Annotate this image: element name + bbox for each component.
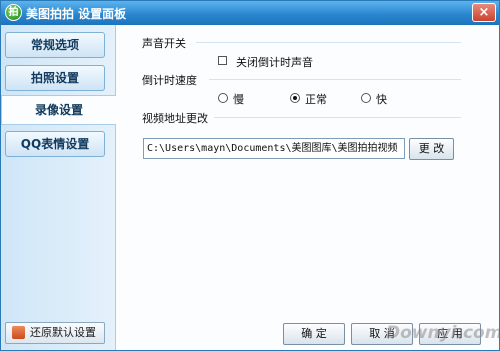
speed-fast-label: 快 [376, 93, 387, 106]
sidebar-item-qq-emoticon[interactable]: QQ表情设置 [5, 131, 105, 157]
app-logo-icon: 拍 [5, 4, 22, 21]
divider [196, 42, 461, 43]
watermark: Downyi.com [386, 323, 500, 343]
restore-defaults-label: 还原默认设置 [30, 326, 96, 339]
video-path-section-title: 视频地址更改 [142, 112, 208, 125]
settings-window: 拍 美图拍拍 设置面板 × 常规选项 拍照设置 录像设置 QQ表情设置 还原默认… [0, 0, 500, 351]
sidebar-item-video[interactable]: 录像设置 [1, 95, 116, 125]
restore-defaults-button[interactable]: 还原默认设置 [5, 322, 105, 344]
video-path-input[interactable]: C:\Users\mayn\Documents\美图图库\美图拍拍视频 [143, 138, 405, 159]
mute-countdown-checkbox[interactable] [218, 56, 227, 65]
sidebar: 常规选项 拍照设置 录像设置 QQ表情设置 还原默认设置 [1, 25, 116, 350]
divider [209, 79, 461, 80]
restore-icon [12, 326, 25, 339]
change-path-button[interactable]: 更 改 [409, 138, 454, 160]
speed-normal-radio[interactable] [290, 93, 300, 103]
countdown-section-title: 倒计时速度 [142, 74, 197, 87]
title-bar[interactable]: 拍 美图拍拍 设置面板 × [1, 1, 499, 25]
close-button[interactable]: × [472, 3, 496, 22]
speed-slow-radio[interactable] [218, 93, 228, 103]
speed-slow-label: 慢 [233, 93, 244, 106]
mute-countdown-label: 关闭倒计时声音 [236, 56, 313, 69]
sound-section-title: 声音开关 [142, 37, 186, 50]
ok-button[interactable]: 确 定 [283, 323, 345, 345]
speed-normal-label: 正常 [305, 93, 327, 106]
window-title: 美图拍拍 设置面板 [26, 7, 127, 21]
divider [214, 117, 461, 118]
sidebar-item-photo[interactable]: 拍照设置 [5, 65, 105, 91]
sidebar-item-general[interactable]: 常规选项 [5, 32, 105, 58]
speed-fast-radio[interactable] [361, 93, 371, 103]
